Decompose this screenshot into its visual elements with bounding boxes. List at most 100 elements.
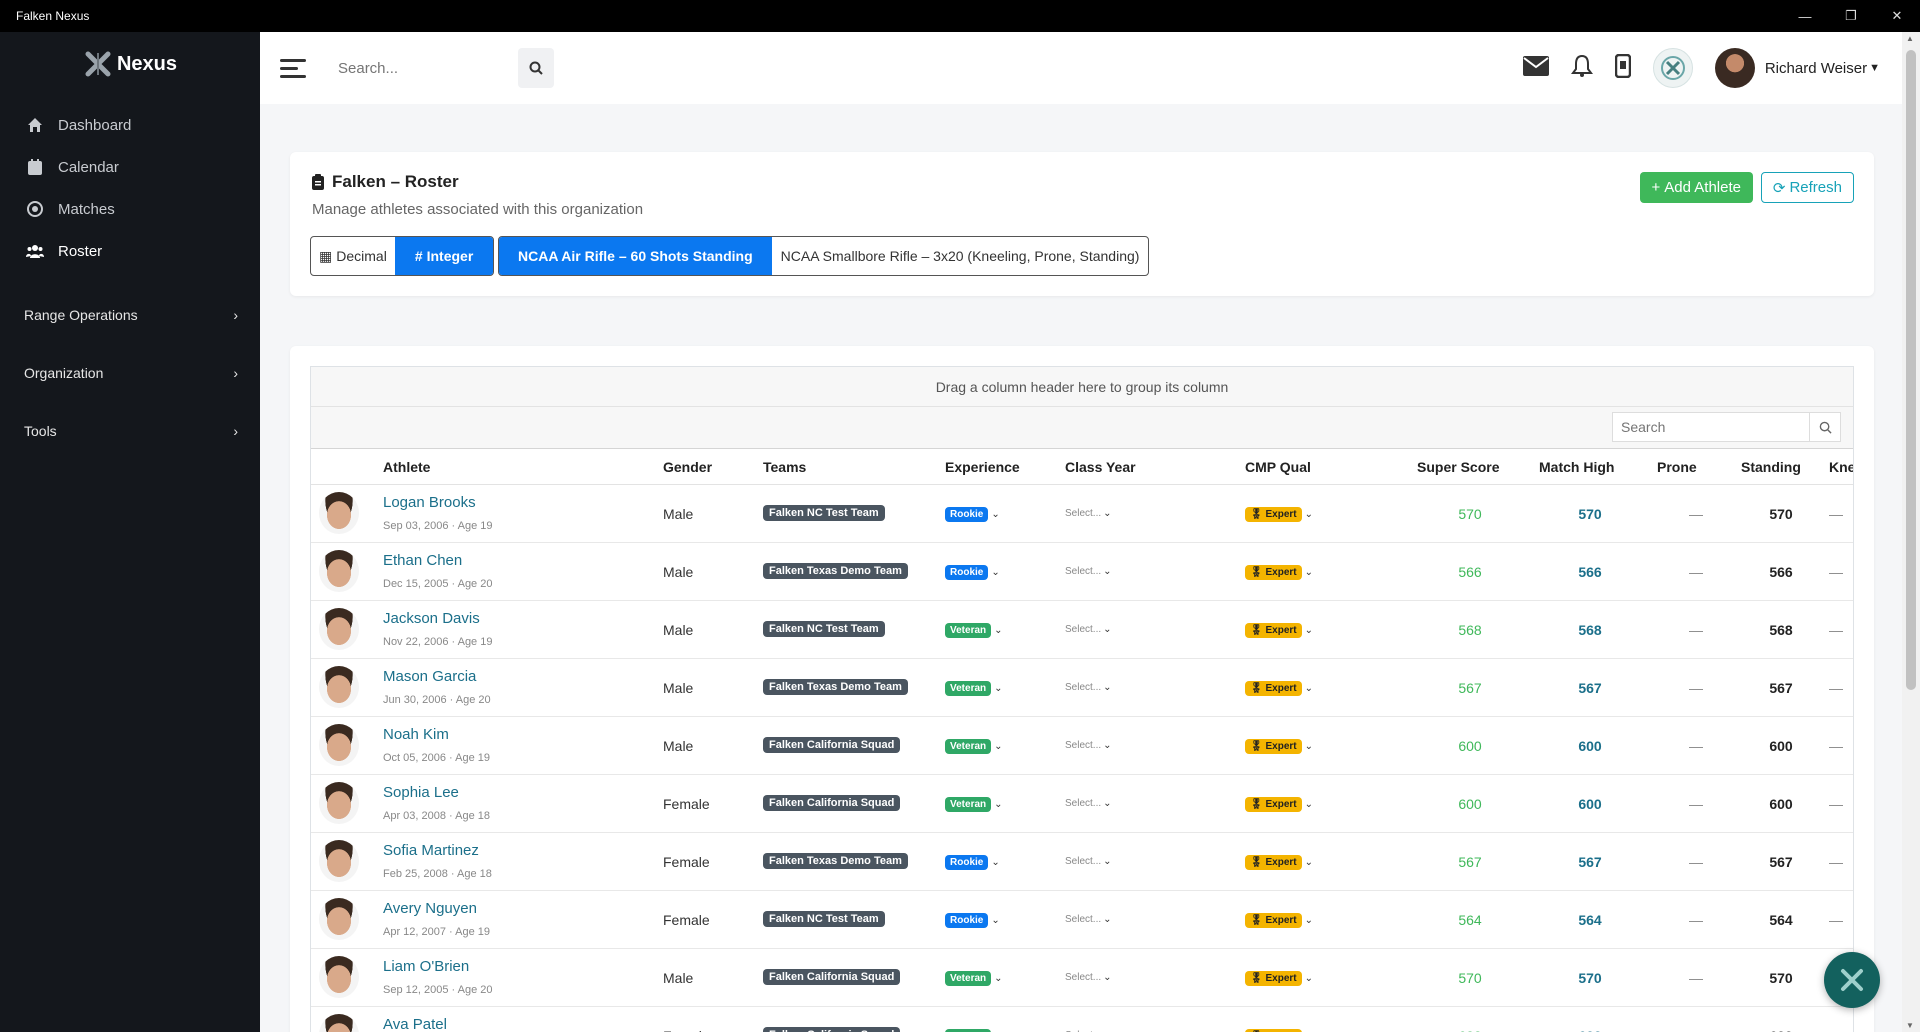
experience-dropdown[interactable]: Veteran⌄ [945, 681, 1003, 696]
search-icon[interactable] [518, 48, 554, 88]
super-score-value: 570 [1458, 970, 1482, 986]
bell-icon[interactable] [1570, 54, 1593, 83]
experience-dropdown[interactable]: Veteran⌄ [945, 797, 1003, 812]
athlete-name-link[interactable]: Ethan Chen [383, 552, 462, 569]
grid-search-input[interactable] [1612, 412, 1810, 442]
header-search-input[interactable] [328, 48, 518, 88]
experience-badge: Veteran [945, 681, 992, 696]
kneeling-value: — [1829, 796, 1843, 812]
experience-dropdown[interactable]: Rookie ⌄ [945, 507, 1000, 522]
scrollbar-thumb[interactable] [1906, 50, 1916, 690]
class-year-value: Select... [1065, 798, 1102, 809]
table-row[interactable]: Sofia Martinez Feb 25, 2008 · Age 18 Femal… [311, 833, 1853, 891]
event-tab-air-rifle[interactable]: NCAA Air Rifle – 60 Shots Standing [499, 237, 772, 275]
class-year-dropdown[interactable]: Select...⌄ [1065, 508, 1112, 519]
page-scrollbar[interactable]: ▲ ▼ [1902, 32, 1920, 1032]
table-row[interactable]: Jackson Davis Nov 22, 2006 · Age 19 Male Fa… [311, 601, 1853, 659]
athlete-name-link[interactable]: Logan Brooks [383, 494, 476, 511]
table-row[interactable]: Logan Brooks Sep 03, 2006 · Age 19 Male Fal… [311, 485, 1853, 543]
class-year-dropdown[interactable]: Select...⌄ [1065, 624, 1112, 635]
column-header-experience[interactable]: Experience [945, 459, 1020, 475]
sidebar-group-tools[interactable]: Tools › [0, 402, 260, 460]
cmp-qual-dropdown[interactable]: 🎖 Expert⌄ [1245, 565, 1313, 580]
column-header-gender[interactable]: Gender [663, 459, 712, 475]
column-header-super-score[interactable]: Super Score [1417, 459, 1499, 475]
table-row[interactable]: Ethan Chen Dec 15, 2005 · Age 20 Male Falke… [311, 543, 1853, 601]
athlete-name-link[interactable]: Noah Kim [383, 726, 449, 743]
event-tab-smallbore-rifle[interactable]: NCAA Smallbore Rifle – 3x20 (Kneeling, P… [772, 237, 1149, 275]
column-header-athlete[interactable]: Athlete [383, 459, 430, 475]
cmp-qual-dropdown[interactable]: 🎖 Expert⌄ [1245, 739, 1313, 754]
class-year-dropdown[interactable]: Select...⌄ [1065, 856, 1112, 867]
experience-dropdown[interactable]: Veteran⌄ [945, 739, 1003, 754]
cmp-qual-dropdown[interactable]: 🎖 Expert⌄ [1245, 971, 1313, 986]
column-header-cmp-qual[interactable]: CMP Qual [1245, 459, 1311, 475]
table-row[interactable]: Mason Garcia Jun 30, 2006 · Age 20 Male Fal… [311, 659, 1853, 717]
cmp-qual-dropdown[interactable]: 🎖 Expert⌄ [1245, 623, 1313, 638]
scroll-down-icon[interactable]: ▼ [1906, 1021, 1914, 1030]
add-athlete-button[interactable]: + Add Athlete [1639, 172, 1753, 203]
class-year-dropdown[interactable]: Select...⌄ [1065, 566, 1112, 577]
organization-logo-icon[interactable] [1652, 48, 1693, 88]
menu-toggle-icon[interactable] [280, 58, 306, 78]
table-row[interactable]: Avery Nguyen Apr 12, 2007 · Age 19 Female F… [311, 891, 1853, 949]
table-row[interactable]: Liam O'Brien Sep 12, 2005 · Age 20 Male Fal… [311, 949, 1853, 1007]
class-year-dropdown[interactable]: Select...⌄ [1065, 914, 1112, 925]
mail-icon[interactable] [1522, 55, 1549, 81]
format-decimal-label: Decimal [336, 248, 387, 264]
cmp-qual-dropdown[interactable]: 🎖 Expert⌄ [1245, 913, 1313, 928]
athlete-name-link[interactable]: Mason Garcia [383, 668, 476, 685]
column-header-kneeling[interactable]: Kneelin [1829, 459, 1853, 475]
cmp-qual-dropdown[interactable]: 🎖 Expert⌄ [1245, 507, 1313, 522]
close-icon[interactable]: ✕ [1874, 0, 1920, 32]
athlete-name-link[interactable]: Jackson Davis [383, 610, 480, 627]
athlete-name-link[interactable]: Sophia Lee [383, 784, 459, 801]
scroll-up-icon[interactable]: ▲ [1906, 34, 1914, 43]
class-year-dropdown[interactable]: Select...⌄ [1065, 798, 1112, 809]
user-menu[interactable]: Richard Weiser ▼ [1714, 48, 1880, 88]
cmp-qual-dropdown[interactable]: 🎖 Expert⌄ [1245, 855, 1313, 870]
athlete-name-link[interactable]: Sofia Martinez [383, 842, 479, 859]
header-actions: Richard Weiser ▼ [1522, 32, 1880, 104]
search-icon[interactable] [1810, 412, 1841, 442]
format-integer-button[interactable]: # Integer [394, 237, 494, 275]
column-header-prone[interactable]: Prone [1657, 459, 1697, 475]
table-row[interactable]: Noah Kim Oct 05, 2006 · Age 19 Male Falken … [311, 717, 1853, 775]
column-header-standing[interactable]: Standing [1741, 459, 1801, 475]
user-name: Richard Weiser [1764, 59, 1868, 77]
minimize-icon[interactable]: — [1782, 0, 1828, 32]
sidebar-item-dashboard[interactable]: Dashboard [0, 104, 260, 146]
athlete-name-link[interactable]: Avery Nguyen [383, 900, 477, 917]
group-drop-area[interactable]: Drag a column header here to group its c… [311, 367, 1853, 407]
class-year-dropdown[interactable]: Select...⌄ [1065, 972, 1112, 983]
class-year-dropdown[interactable]: Select...⌄ [1065, 740, 1112, 751]
assistant-fab[interactable] [1824, 952, 1880, 1008]
class-year-dropdown[interactable]: Select...⌄ [1065, 682, 1112, 693]
experience-dropdown[interactable]: Rookie ⌄ [945, 913, 1000, 928]
refresh-button[interactable]: ⟳ Refresh [1760, 172, 1854, 203]
restore-icon[interactable]: ❐ [1828, 0, 1874, 32]
sidebar-group-organization[interactable]: Organization › [0, 344, 260, 402]
cmp-qual-dropdown[interactable]: 🎖 Expert⌄ [1245, 797, 1313, 812]
experience-dropdown[interactable]: Veteran⌄ [945, 971, 1003, 986]
athlete-name-link[interactable]: Liam O'Brien [383, 958, 469, 975]
athlete-name-link[interactable]: Ava Patel [383, 1016, 447, 1032]
table-row[interactable]: Sophia Lee Apr 03, 2008 · Age 18 Female Fal… [311, 775, 1853, 833]
column-header-class-year[interactable]: Class Year [1065, 459, 1136, 475]
mobile-device-icon[interactable] [1614, 53, 1632, 83]
experience-dropdown[interactable]: Rookie ⌄ [945, 565, 1000, 580]
cmp-qual-dropdown[interactable]: 🎖 Expert⌄ [1245, 681, 1313, 696]
sidebar-item-calendar[interactable]: Calendar [0, 146, 260, 188]
table-row[interactable]: Ava PatelFemaleFalken California SquadVe… [311, 1007, 1853, 1032]
calculator-icon: ▦ [319, 247, 333, 264]
format-decimal-button[interactable]: ▦ Decimal [311, 237, 395, 275]
column-header-match-high[interactable]: Match High [1539, 459, 1614, 475]
kneeling-value: — [1829, 622, 1843, 638]
column-header-teams[interactable]: Teams [763, 459, 806, 475]
experience-dropdown[interactable]: Rookie ⌄ [945, 855, 1000, 870]
sidebar-group-range-operations[interactable]: Range Operations › [0, 286, 260, 344]
experience-dropdown[interactable]: Veteran⌄ [945, 623, 1003, 638]
sidebar-item-roster[interactable]: Roster [0, 230, 260, 272]
sidebar-item-matches[interactable]: Matches [0, 188, 260, 230]
brand-logo[interactable]: Nexus [0, 32, 260, 96]
